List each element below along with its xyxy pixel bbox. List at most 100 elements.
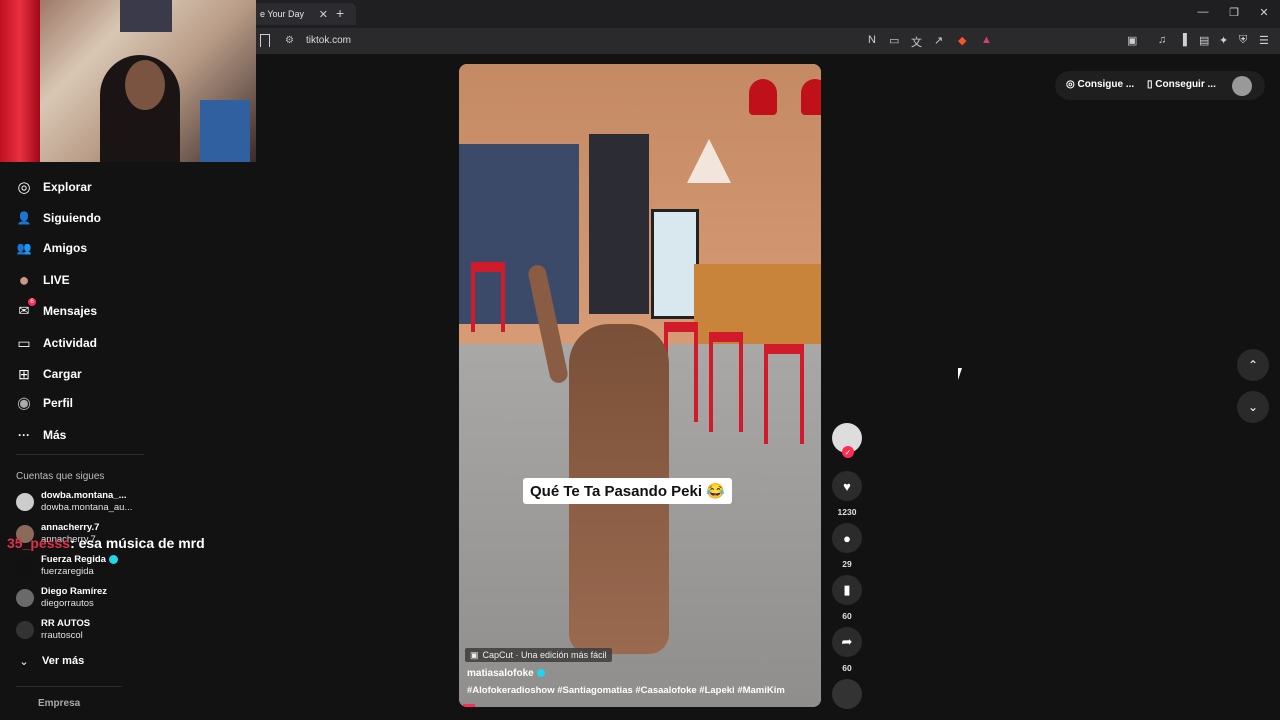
nav-siguiendo[interactable]: 👤 Siguiendo	[14, 205, 234, 231]
nav-label: Explorar	[43, 180, 92, 194]
nav-actividad[interactable]: ▭ Actividad	[14, 330, 234, 356]
get-coins-button[interactable]: ◎ Consigue ...	[1066, 79, 1134, 90]
account-handle: fuerzaregida	[41, 566, 94, 577]
profile-icon: ◉	[17, 395, 31, 412]
top-right-actions: ◎ Consigue ... ▯ Conseguir ...	[1055, 71, 1265, 100]
share-icon[interactable]: ↗	[934, 34, 943, 47]
restore-icon[interactable]: ❐	[1227, 6, 1241, 19]
account-item[interactable]: Fuerza Regida fuerzaregida	[16, 554, 216, 580]
account-name-text: Fuerza Regida	[41, 554, 106, 565]
see-more-button[interactable]: ⌄ Ver más	[16, 648, 236, 674]
verified-icon	[108, 554, 118, 564]
video-progress-bar[interactable]	[463, 704, 475, 707]
live-icon: ●	[18, 269, 30, 290]
video-scene-stool	[471, 262, 505, 332]
video-scene-lamp	[801, 79, 821, 115]
follow-check-icon[interactable]: ✓	[842, 446, 854, 458]
video-hashtags[interactable]: #Alofokeradioshow #Santiagomatias #Casaa…	[467, 685, 785, 696]
nav-explorar[interactable]: ◎ Explorar	[14, 174, 234, 200]
webcam-chair	[200, 100, 250, 162]
account-item[interactable]: Diego Ramírez diegorrautos	[16, 586, 216, 612]
account-handle: diegorrautos	[41, 598, 94, 609]
upload-icon: ⊞	[18, 365, 30, 382]
screen: e Your Day ✕ + — ❐ ✕ ⚙ tiktok.com N ▭ 文 …	[0, 0, 1280, 720]
screenshot-icon[interactable]: ▣	[1127, 34, 1137, 47]
chat-username: 35_pesss	[7, 535, 71, 551]
get-app-button[interactable]: ▯ Conseguir ...	[1147, 79, 1216, 90]
avatar	[16, 493, 34, 511]
share-button[interactable]: ➦	[832, 627, 862, 657]
mouse-cursor-icon	[958, 368, 962, 380]
nav-cargar[interactable]: ⊞ Cargar	[14, 361, 234, 387]
leo-icon[interactable]: ✦	[1219, 34, 1228, 47]
close-window-icon[interactable]: ✕	[1257, 6, 1271, 19]
capcut-label[interactable]: ▣ CapCut · Una edición más fácil	[465, 648, 612, 662]
account-name: RR AUTOS	[41, 618, 91, 629]
company-link[interactable]: Empresa	[38, 698, 80, 709]
save-button[interactable]: ▮	[832, 575, 862, 605]
reader-icon[interactable]: N	[868, 34, 876, 46]
activity-icon: ▭	[17, 334, 31, 351]
media-icon[interactable]: ♫	[1158, 34, 1166, 46]
share-arrow-icon: ➦	[841, 634, 853, 649]
comment-button[interactable]: ●	[832, 523, 862, 553]
verified-icon	[536, 669, 545, 678]
compass-icon: ◎	[17, 179, 31, 196]
tab-close-icon[interactable]: ✕	[319, 8, 328, 21]
nav-mas[interactable]: ··· Más	[14, 422, 234, 448]
rewards-icon[interactable]: ▲	[981, 34, 992, 46]
like-count: 1230	[837, 507, 857, 517]
account-name: Fuerza Regida	[41, 554, 118, 565]
wallet-icon[interactable]: ▤	[1199, 34, 1209, 47]
heart-icon: ♥	[843, 478, 851, 494]
previous-video-button[interactable]: ⌃	[1237, 349, 1269, 381]
minimize-icon[interactable]: —	[1196, 6, 1210, 18]
menu-icon[interactable]: ☰	[1259, 34, 1269, 47]
next-video-button[interactable]: ⌄	[1237, 391, 1269, 423]
bookmark-icon[interactable]	[260, 34, 270, 47]
chevron-down-icon: ⌄	[19, 655, 29, 668]
site-info-icon[interactable]: ⚙	[285, 35, 294, 46]
coin-icon: ◎	[1066, 79, 1078, 90]
nav-label: Perfil	[43, 396, 74, 410]
video-scene-door	[589, 134, 649, 314]
like-button[interactable]: ♥	[832, 471, 862, 501]
stream-chat-message: 35_pesss: esa música de mrd	[7, 535, 205, 551]
user-avatar[interactable]	[1232, 76, 1252, 96]
video-player[interactable]: Qué Te Ta Pasando Peki 😂 ▣ CapCut · Una e…	[459, 64, 821, 707]
author-name: matiasalofoke	[467, 668, 534, 679]
cast-icon[interactable]: ▭	[889, 34, 899, 47]
url-field[interactable]: tiktok.com	[306, 35, 351, 46]
video-scene-lamp	[749, 79, 777, 115]
nav-label: Amigos	[43, 241, 88, 255]
video-author[interactable]: matiasalofoke	[467, 668, 545, 679]
divider	[16, 686, 122, 687]
video-scene-stool	[664, 322, 698, 422]
account-name: dowba.montana_...	[41, 490, 127, 501]
music-disc-icon[interactable]	[832, 679, 862, 709]
nav-perfil[interactable]: ◉ Perfil	[14, 390, 234, 416]
new-tab-icon[interactable]: +	[336, 5, 344, 21]
message-badge: 6	[28, 298, 36, 306]
nav-amigos[interactable]: 👥 Amigos	[14, 235, 234, 261]
following-section-title: Cuentas que sigues	[16, 471, 105, 482]
webcam-overlay	[0, 0, 256, 162]
avatar	[16, 589, 34, 607]
brave-shield-icon[interactable]: ◆	[958, 34, 966, 47]
avatar	[16, 621, 34, 639]
nav-label: LIVE	[43, 273, 70, 287]
webcam-streamer-head	[125, 60, 165, 110]
account-item[interactable]: RR AUTOS rrautoscol	[16, 618, 216, 644]
share-count: 60	[842, 663, 852, 673]
nav-live[interactable]: ● LIVE	[14, 267, 234, 293]
account-item[interactable]: dowba.montana_... dowba.montana_au...	[16, 490, 216, 516]
nav-mensajes[interactable]: ✉ 6 Mensajes	[14, 298, 234, 324]
chat-text: : esa música de mrd	[70, 535, 205, 551]
video-scene-logo	[687, 139, 731, 183]
save-count: 60	[842, 611, 852, 621]
webcam-curtain	[0, 0, 40, 162]
translate-icon[interactable]: 文	[911, 34, 922, 50]
vpn-icon[interactable]: ⛨	[1239, 34, 1247, 47]
sidebar-toggle-icon[interactable]: ▐	[1179, 34, 1187, 46]
friends-icon: 👥	[16, 241, 32, 255]
